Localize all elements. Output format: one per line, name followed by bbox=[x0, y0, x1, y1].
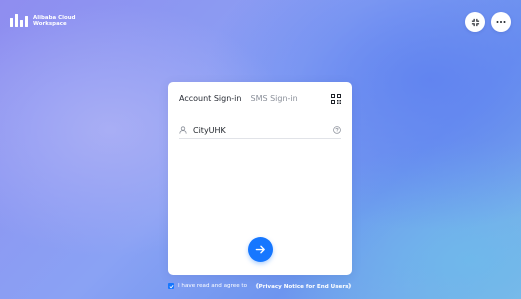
brand-name-line2: Workspace bbox=[33, 20, 67, 27]
fullscreen-button[interactable] bbox=[465, 12, 485, 32]
account-field[interactable]: CityUHK bbox=[179, 122, 341, 139]
signin-tabs: Account Sign-in SMS Sign-in bbox=[179, 94, 298, 103]
signin-card: Account Sign-in SMS Sign-in CityUHK bbox=[168, 82, 352, 275]
privacy-notice-link[interactable]: 《Privacy Notice for End Users》 bbox=[253, 282, 354, 290]
qr-code-icon[interactable] bbox=[331, 94, 341, 104]
account-input-value[interactable]: CityUHK bbox=[193, 126, 333, 135]
user-icon bbox=[179, 126, 187, 134]
arrow-right-icon bbox=[255, 245, 265, 254]
submit-button[interactable] bbox=[248, 237, 273, 262]
brand-name: Alibaba Cloud Workspace bbox=[33, 15, 76, 27]
tab-sms-signin[interactable]: SMS Sign-in bbox=[250, 94, 297, 103]
brand-logo: Alibaba Cloud Workspace bbox=[10, 14, 76, 27]
help-icon[interactable] bbox=[333, 126, 341, 134]
tab-account-signin[interactable]: Account Sign-in bbox=[179, 94, 241, 103]
more-button[interactable] bbox=[491, 12, 511, 32]
agreement-text: I have read and agree to bbox=[178, 283, 248, 289]
checkmark-icon bbox=[169, 284, 173, 288]
agreement-row: I have read and agree to 《Privacy Notice… bbox=[168, 282, 354, 290]
fullscreen-icon bbox=[471, 18, 479, 26]
alibaba-cloud-logo-icon bbox=[10, 14, 28, 27]
agreement-checkbox[interactable] bbox=[168, 283, 174, 289]
more-horizontal-icon bbox=[496, 21, 506, 23]
